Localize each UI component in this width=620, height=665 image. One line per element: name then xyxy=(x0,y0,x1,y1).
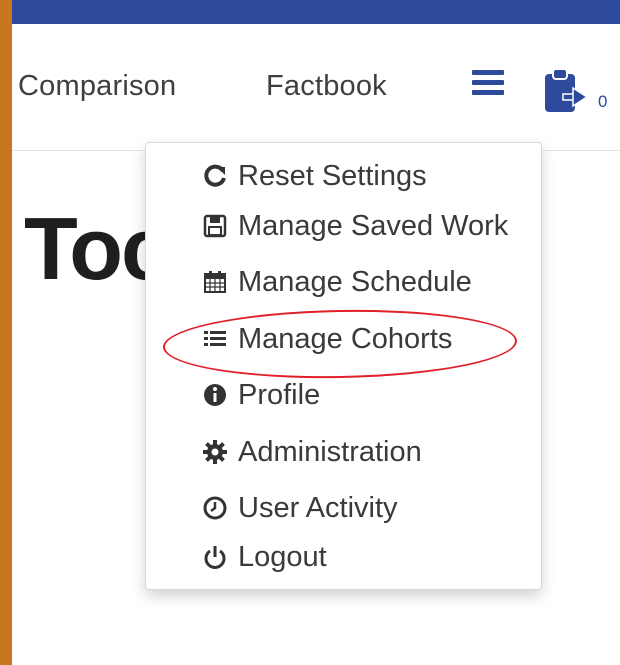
clock-icon xyxy=(200,495,230,521)
clipboard-count: 0 xyxy=(598,92,608,111)
menu-item-administration[interactable]: Administration xyxy=(200,432,422,472)
info-icon xyxy=(200,382,230,408)
gear-icon xyxy=(200,439,230,465)
menu-item-label: Profile xyxy=(238,378,321,411)
clipboard-export-icon[interactable] xyxy=(543,66,589,116)
menu-item-logout[interactable]: Logout xyxy=(200,537,327,577)
save-icon xyxy=(200,213,230,239)
nav-link-comparison[interactable]: Comparison xyxy=(18,70,176,103)
menu-item-label: Reset Settings xyxy=(238,159,427,192)
menu-item-label: User Activity xyxy=(238,491,398,524)
top-header-bar xyxy=(12,0,620,24)
power-icon xyxy=(200,544,230,570)
hamburger-menu-icon[interactable] xyxy=(470,70,506,96)
menu-item-label: Manage Schedule xyxy=(238,265,472,298)
menu-item-profile[interactable]: Profile xyxy=(200,375,320,415)
menu-item-label: Administration xyxy=(238,435,422,468)
refresh-icon xyxy=(200,163,230,189)
calendar-icon xyxy=(200,269,230,295)
menu-item-label: Logout xyxy=(238,540,327,573)
menu-item-manage-schedule[interactable]: Manage Schedule xyxy=(200,262,472,302)
nav-link-factbook[interactable]: Factbook xyxy=(266,70,387,103)
menu-item-label: Manage Saved Work xyxy=(238,209,509,242)
menu-item-manage-saved-work[interactable]: Manage Saved Work xyxy=(200,206,508,246)
menu-item-user-activity[interactable]: User Activity xyxy=(200,488,398,528)
menu-item-reset-settings[interactable]: Reset Settings xyxy=(200,156,427,196)
